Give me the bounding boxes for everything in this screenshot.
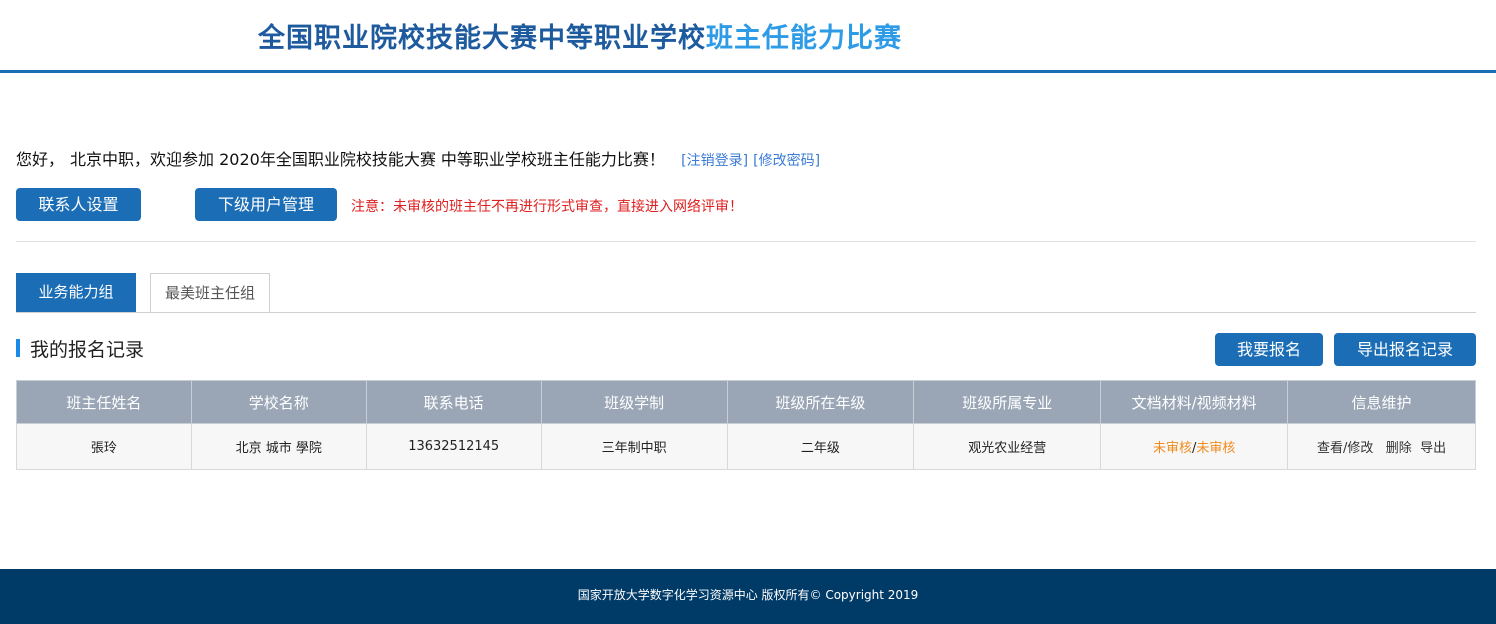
section-marker — [16, 339, 20, 357]
page-footer: 国家开放大学数字化学习资源中心 版权所有© Copyright 2019 — [0, 569, 1496, 624]
column-header: 班级所属专业 — [913, 380, 1102, 424]
greeting-user: 北京中职 — [70, 150, 135, 169]
export-records-button[interactable]: 导出报名记录 — [1334, 333, 1476, 366]
column-header: 文档材料/视频材料 — [1100, 380, 1289, 424]
greeting-hello: 您好， — [16, 150, 65, 169]
sub-users-button[interactable]: 下级用户管理 — [195, 188, 337, 221]
view-edit-link[interactable]: 查看/修改 — [1317, 441, 1373, 456]
tab-business-ability[interactable]: 业务能力组 — [16, 273, 136, 312]
tabs-underline — [16, 312, 1476, 313]
welcome-message: 您好， 北京中职，欢迎参加 2020年全国职业院校技能大赛 中等职业学校班主任能力… — [16, 146, 820, 170]
column-header: 班级学制 — [540, 380, 728, 424]
table-row: 張玲 北京 城市 學院 13632512145 三年制中职 二年级 观光农业经营… — [16, 423, 1476, 470]
column-header: 班级所在年级 — [726, 380, 915, 424]
doc-status-link[interactable]: 未审核 — [1153, 441, 1192, 456]
tab-best-teacher[interactable]: 最美班主任组 — [150, 273, 270, 312]
contact-settings-button[interactable]: 联系人设置 — [16, 188, 141, 221]
cell-teacher-name: 張玲 — [16, 423, 192, 470]
cell-maintenance: 查看/修改 删除 导出 — [1287, 423, 1476, 470]
greeting-welcome: ，欢迎参加 2020年全国职业院校技能大赛 中等职业学校班主任能力比赛！ — [134, 150, 665, 169]
cell-school-name: 北京 城市 學院 — [190, 423, 367, 470]
register-button[interactable]: 我要报名 — [1215, 333, 1323, 366]
table-header-row: 班主任姓名 学校名称 联系电话 班级学制 班级所在年级 班级所属专业 文档材料/… — [16, 380, 1476, 424]
column-header: 学校名称 — [190, 380, 367, 424]
video-status-link[interactable]: 未审核 — [1196, 441, 1235, 456]
copyright-text: 国家开放大学数字化学习资源中心 版权所有© Copyright 2019 — [577, 588, 919, 602]
delete-link[interactable]: 删除 — [1386, 441, 1412, 456]
cell-class-system: 三年制中职 — [540, 423, 728, 470]
site-title: 全国职业院校技能大赛中等职业学校班主任能力比赛 — [258, 16, 902, 55]
site-title-highlight: 班主任能力比赛 — [706, 23, 902, 54]
records-table: 班主任姓名 学校名称 联系电话 班级学制 班级所在年级 班级所属专业 文档材料/… — [16, 380, 1476, 470]
change-password-link[interactable]: [修改密码] — [753, 153, 820, 169]
cell-class-major: 观光农业经营 — [913, 423, 1102, 470]
site-title-main: 全国职业院校技能大赛中等职业学校 — [258, 23, 706, 54]
cell-class-grade: 二年级 — [726, 423, 915, 470]
cell-material-status: 未审核/未审核 — [1100, 423, 1289, 470]
column-header: 班主任姓名 — [16, 380, 192, 424]
export-link[interactable]: 导出 — [1420, 441, 1446, 456]
column-header: 联系电话 — [365, 380, 542, 424]
section-title: 我的报名记录 — [30, 339, 145, 361]
logout-link[interactable]: [注销登录] — [681, 153, 748, 169]
notice-text: 注意：未审核的班主任不再进行形式审查，直接进入网络评审！ — [351, 199, 743, 215]
column-header: 信息维护 — [1287, 380, 1476, 424]
divider — [16, 241, 1476, 242]
page-header: 全国职业院校技能大赛中等职业学校班主任能力比赛 — [0, 0, 1496, 73]
cell-phone: 13632512145 — [365, 423, 542, 470]
